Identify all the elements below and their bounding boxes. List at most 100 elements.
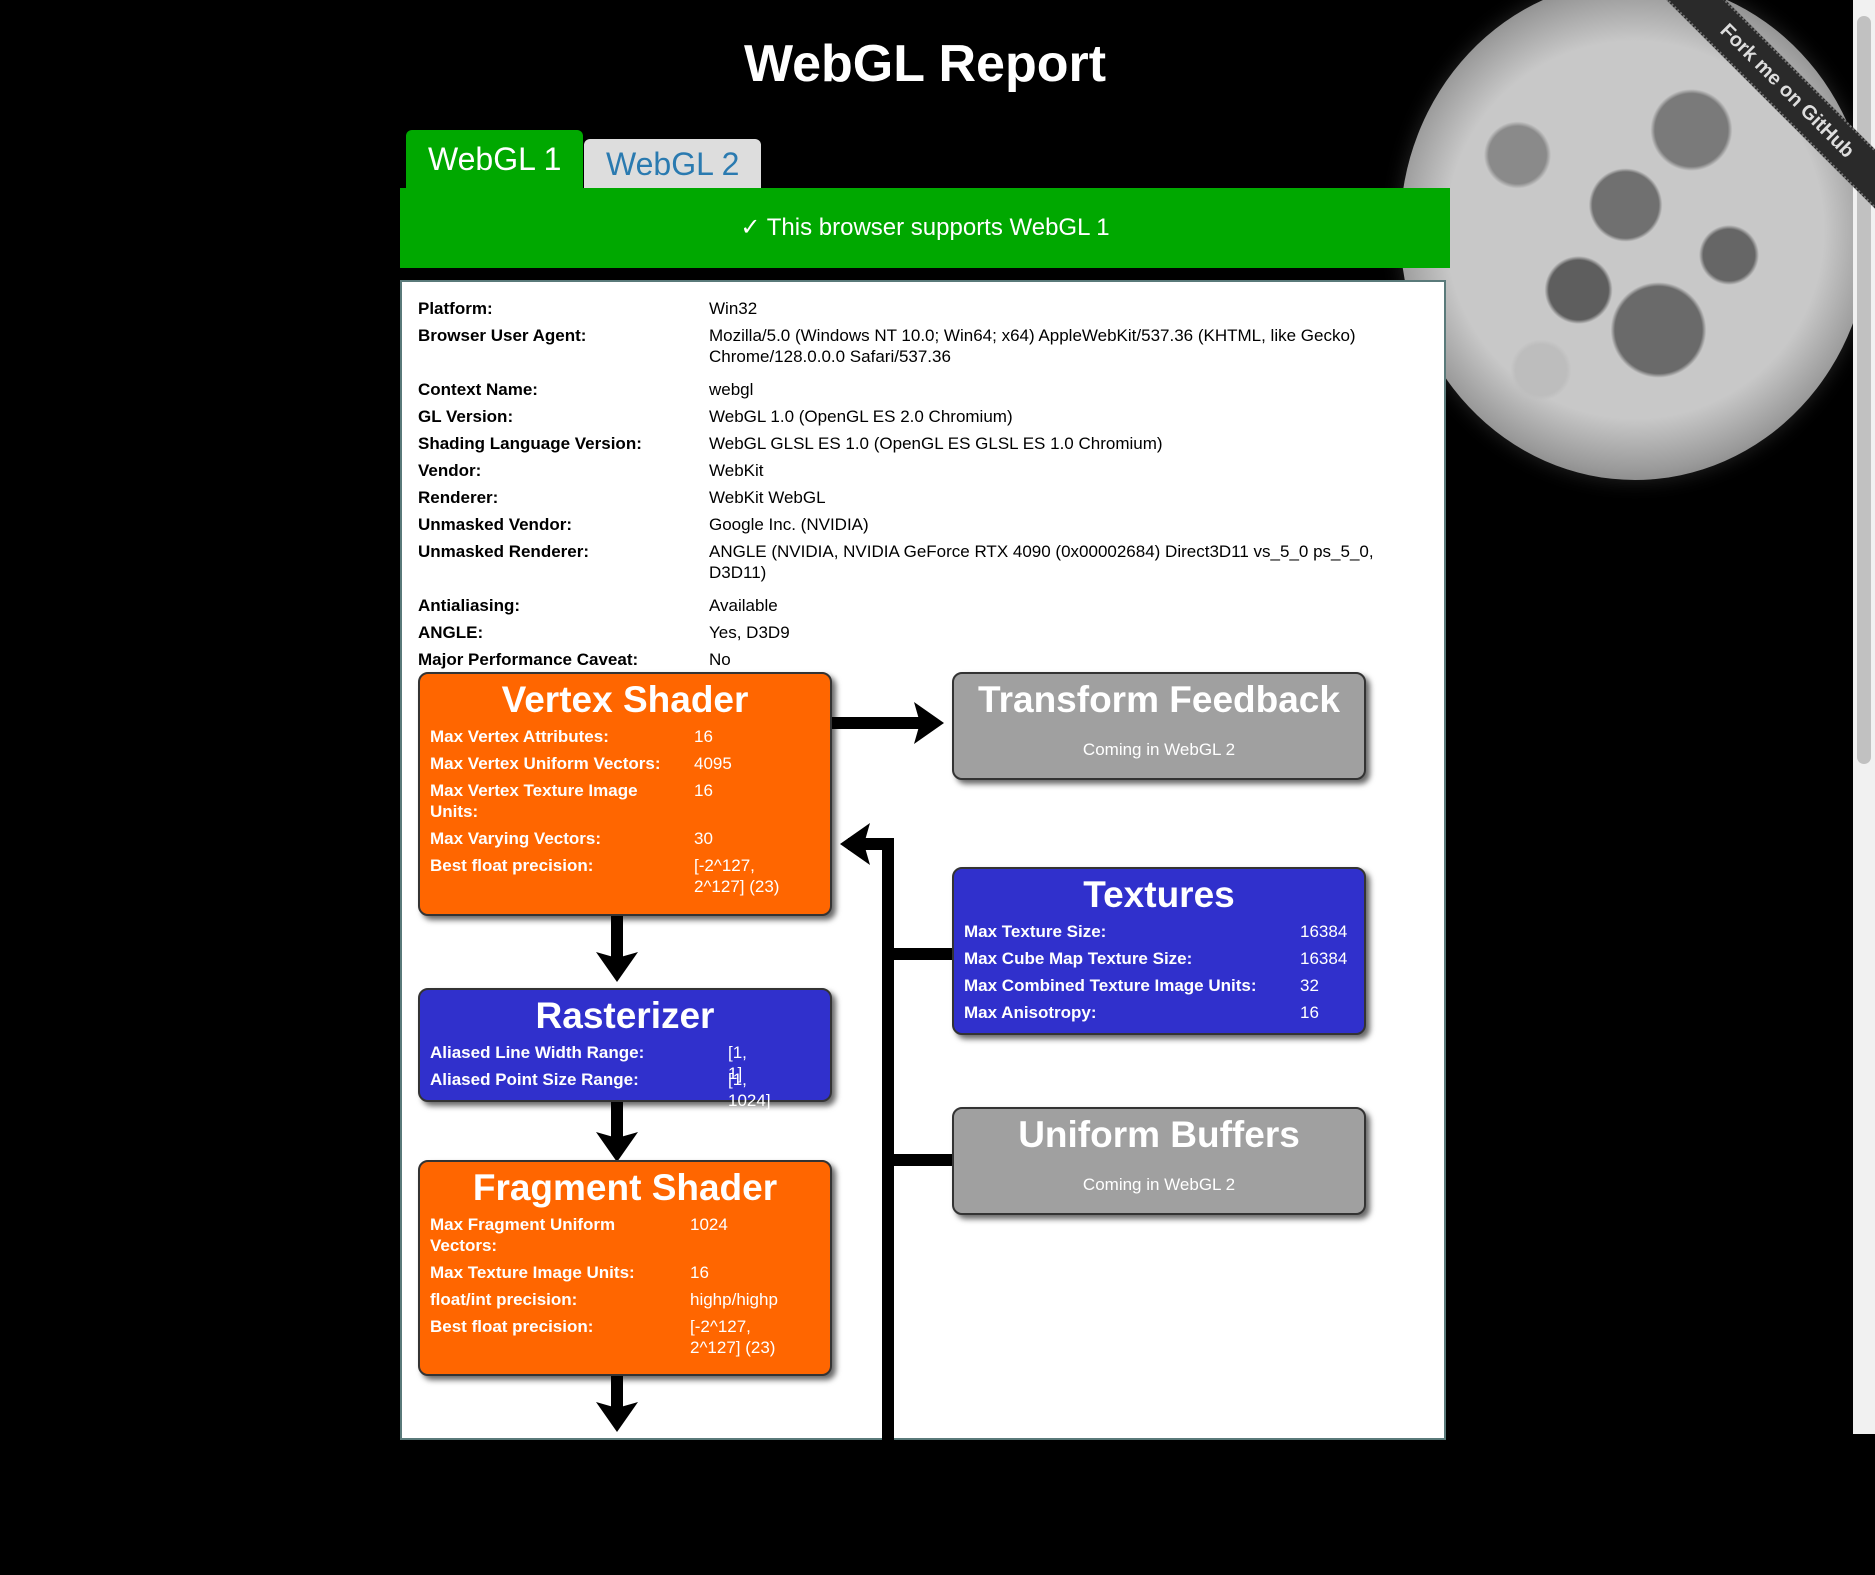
fragment-row-value: 16 (690, 1263, 709, 1282)
report-panel: Platform: Win32 Browser User Agent: Mozi… (400, 280, 1446, 1575)
info-value: webgl (709, 380, 754, 399)
info-value: WebGL GLSL ES 1.0 (OpenGL ES GLSL ES 1.0… (709, 434, 1163, 453)
fragment-row: Best float precision: [-2^127, 2^127] (2… (430, 1316, 775, 1357)
vertex-row-value: 16 (694, 781, 713, 800)
vertex-row-label: Max Vertex Attributes: (430, 727, 609, 746)
textures-row: Max Combined Texture Image Units: 32 (964, 975, 1319, 996)
textures-row-label: Max Anisotropy: (964, 1003, 1097, 1022)
textures-row-value: 16384 (1300, 949, 1348, 968)
fragment-row: float/int precision: highp/highp (430, 1289, 778, 1310)
fragment-row-value: 1024 (690, 1215, 728, 1234)
uniform-buffers-title: Uniform Buffers (1018, 1114, 1300, 1155)
fragment-row-label: Best float precision: (430, 1317, 594, 1336)
arrowhead-right-icon (914, 702, 944, 744)
fragment-row: Max Texture Image Units: 16 (430, 1262, 709, 1283)
info-value: WebKit WebGL (709, 488, 826, 507)
vertical-scrollbar[interactable] (1853, 0, 1875, 1434)
fragment-row-label: Max Fragment Uniform Vectors: (430, 1215, 616, 1255)
info-label: Context Name: (418, 380, 538, 399)
textures-row-label: Max Texture Size: (964, 922, 1107, 941)
fragment-row-label: float/int precision: (430, 1290, 578, 1309)
vertex-row: Max Vertex Texture Image Units: 16 (430, 780, 713, 822)
info-label: GL Version: (418, 407, 514, 426)
textures-row: Max Anisotropy: 16 (964, 1002, 1319, 1023)
info-label: Renderer: (418, 488, 499, 507)
connector-trunk-vertical (882, 838, 894, 1560)
vertex-row-label: Max Vertex Uniform Vectors: (430, 754, 661, 773)
fragment-shader-box: Fragment Shader Max Fragment Uniform Vec… (418, 1160, 832, 1376)
vertex-row-value: 4095 (694, 754, 732, 773)
arrowhead-down-icon (596, 1402, 638, 1432)
vertex-row-value: 16 (694, 727, 713, 746)
arrowhead-left-icon (840, 1533, 870, 1575)
rasterizer-row-label: Aliased Point Size Range: (430, 1070, 639, 1089)
textures-row-label: Max Combined Texture Image Units: (964, 976, 1257, 995)
arrowhead-down-icon (596, 1132, 638, 1162)
connector-uniform-branch (882, 1154, 960, 1166)
vertex-shader-title: Vertex Shader (501, 679, 749, 720)
info-value: No (709, 650, 731, 669)
fragment-row-value: highp/highp (690, 1290, 778, 1309)
vertex-row: Max Vertex Uniform Vectors: 4095 (430, 753, 732, 774)
vertex-row-label: Max Vertex Texture Image Units: (430, 781, 638, 821)
textures-row: Max Texture Size: 16384 (964, 921, 1347, 942)
vertex-row: Max Varying Vectors: 30 (430, 828, 713, 849)
connector-textures-branch (882, 948, 960, 960)
info-label: Shading Language Version: (418, 434, 642, 453)
info-label: ANGLE: (418, 623, 484, 642)
transform-feedback-box: Transform Feedback Coming in WebGL 2 (952, 672, 1366, 780)
info-label: Platform: (418, 299, 493, 318)
info-label: Browser User Agent: (418, 326, 587, 345)
info-value: WebKit (709, 461, 764, 480)
fragment-row-value: [-2^127, 2^127] (23) (690, 1317, 776, 1357)
vertex-row: Best float precision: [-2^127, 2^127] (2… (430, 855, 779, 896)
textures-row-value: 16384 (1300, 922, 1348, 941)
transform-feedback-note: Coming in WebGL 2 (1082, 740, 1236, 759)
textures-row-value: 16 (1300, 1003, 1319, 1022)
info-value: Available (709, 596, 778, 615)
vertex-row-label: Max Varying Vectors: (430, 829, 602, 848)
textures-title: Textures (1083, 874, 1235, 915)
info-value: Mozilla/5.0 (Windows NT 10.0; Win64; x64… (709, 326, 1356, 366)
info-label: Major Performance Caveat: (418, 650, 639, 669)
rasterizer-title: Rasterizer (535, 995, 715, 1036)
uniform-buffers-note: Coming in WebGL 2 (1082, 1175, 1236, 1194)
info-value: Win32 (709, 299, 758, 318)
fragment-row-label: Max Texture Image Units: (430, 1263, 635, 1282)
rasterizer-row-value: [1, 1024] (728, 1070, 771, 1110)
fragment-shader-title: Fragment Shader (472, 1167, 778, 1208)
info-value: WebGL 1.0 (OpenGL ES 2.0 Chromium) (709, 407, 1013, 426)
vertex-row: Max Vertex Attributes: 16 (430, 726, 713, 747)
textures-row-value: 32 (1300, 976, 1319, 995)
fragment-row: Max Fragment Uniform Vectors: 1024 (430, 1214, 728, 1256)
arrow-vertex-to-transform (830, 717, 920, 729)
vertex-shader-box: Vertex Shader Max Vertex Attributes: 16 … (418, 672, 832, 916)
rasterizer-box: Rasterizer Aliased Line Width Range: [1,… (418, 988, 832, 1110)
textures-row-label: Max Cube Map Texture Size: (964, 949, 1193, 968)
vertex-row-value: [-2^127, 2^127] (23) (694, 856, 780, 896)
tab-webgl-1[interactable]: WebGL 1 (406, 130, 584, 188)
info-value: Yes, D3D9 (709, 623, 790, 642)
info-value: ANGLE (NVIDIA, NVIDIA GeForce RTX 4090 (… (709, 542, 1374, 582)
transform-feedback-title: Transform Feedback (978, 679, 1340, 720)
page-title: WebGL Report (743, 35, 1107, 93)
info-value: Google Inc. (NVIDIA) (709, 515, 869, 534)
textures-row: Max Cube Map Texture Size: 16384 (964, 948, 1347, 969)
info-label: Unmasked Renderer: (418, 542, 590, 561)
moon-background-image (1400, 0, 1870, 480)
vertex-row-value: 30 (694, 829, 713, 848)
rasterizer-row: Aliased Point Size Range: [1, 1024] (430, 1069, 771, 1110)
rasterizer-row-label: Aliased Line Width Range: (430, 1043, 645, 1062)
arrowhead-left-icon (840, 823, 870, 865)
uniform-buffers-box: Uniform Buffers Coming in WebGL 2 (952, 1107, 1366, 1215)
tab-webgl-2[interactable]: WebGL 2 (584, 139, 762, 188)
info-label: Unmasked Vendor: (418, 515, 572, 534)
info-label: Vendor: (418, 461, 482, 480)
rasterizer-row: Aliased Line Width Range: [1, 1] (430, 1042, 747, 1083)
textures-box: Textures Max Texture Size: 16384 Max Cub… (952, 867, 1366, 1035)
scrollbar-thumb[interactable] (1857, 16, 1871, 764)
info-label: Antialiasing: (418, 596, 521, 615)
vertex-row-label: Best float precision: (430, 856, 594, 875)
support-status-banner: ✓ This browser supports WebGL 1 (400, 188, 1450, 268)
arrowhead-down-icon (596, 952, 638, 982)
